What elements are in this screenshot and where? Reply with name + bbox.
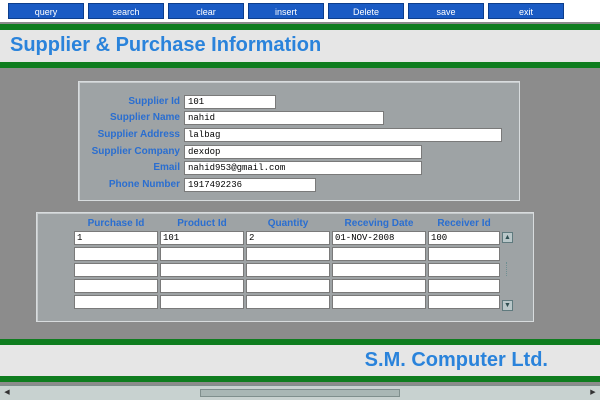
supplier-company-label: Supplier Company — [91, 146, 180, 157]
scroll-up-icon[interactable]: ▲ — [502, 232, 513, 243]
title-green-bar — [0, 62, 600, 68]
table-cell[interactable] — [246, 247, 330, 261]
scroll-thumb[interactable] — [200, 389, 400, 397]
table-cell[interactable] — [428, 247, 500, 261]
supplier-address-field[interactable]: lalbag — [184, 128, 502, 142]
supplier-id-label: Supplier Id — [128, 96, 180, 107]
exit-button[interactable]: exit — [488, 3, 564, 19]
table-cell[interactable] — [246, 263, 330, 277]
table-cell[interactable] — [246, 295, 330, 309]
col-header-receving-date: Receving Date — [344, 218, 414, 229]
col-header-receiver-id: Receiver Id — [437, 218, 491, 229]
table-cell[interactable] — [160, 295, 244, 309]
toolbar: query search clear insert Delete save ex… — [0, 0, 600, 22]
table-cell[interactable] — [428, 295, 500, 309]
scroll-down-icon[interactable]: ▼ — [502, 300, 513, 311]
insert-button[interactable]: insert — [248, 3, 324, 19]
table-cell[interactable]: 2 — [246, 231, 330, 245]
col-header-quantity: Quantity — [267, 218, 309, 229]
horizontal-scrollbar[interactable]: ◀ ▶ — [0, 385, 600, 400]
table-cell[interactable] — [332, 247, 426, 261]
clear-button[interactable]: clear — [168, 3, 244, 19]
table-cell[interactable] — [332, 263, 426, 277]
scroll-left-icon[interactable]: ◀ — [2, 388, 12, 398]
email-label: Email — [153, 162, 180, 173]
supplier-name-field[interactable]: nahid — [184, 111, 384, 125]
query-button[interactable]: query — [8, 3, 84, 19]
table-cell[interactable]: 101 — [160, 231, 244, 245]
table-cell[interactable] — [74, 263, 158, 277]
page-title: Supplier & Purchase Information — [10, 34, 322, 56]
footer-green-bar-bottom — [0, 376, 600, 382]
table-cell[interactable] — [332, 295, 426, 309]
supplier-id-field[interactable]: 101 — [184, 95, 276, 109]
delete-button[interactable]: Delete — [328, 3, 404, 19]
table-cell[interactable] — [160, 279, 244, 293]
table-cell[interactable]: 01-NOV-2008 — [332, 231, 426, 245]
table-cell[interactable] — [428, 263, 500, 277]
supplier-address-label: Supplier Address — [97, 129, 180, 140]
title-banner: Supplier & Purchase Information — [0, 30, 600, 62]
col-header-product-id: Product Id — [177, 218, 227, 229]
table-cell[interactable] — [74, 295, 158, 309]
table-cell[interactable] — [246, 279, 330, 293]
scroll-right-icon[interactable]: ▶ — [588, 388, 598, 398]
col-header-purchase-id: Purchase Id — [87, 218, 145, 229]
company-name: S.M. Computer Ltd. — [364, 349, 548, 371]
table-cell[interactable]: 100 — [428, 231, 500, 245]
footer-band: S.M. Computer Ltd. — [0, 345, 600, 376]
table-cell[interactable] — [74, 279, 158, 293]
search-button[interactable]: search — [88, 3, 164, 19]
email-field[interactable]: nahid953@gmail.com — [184, 161, 422, 175]
table-cell[interactable] — [332, 279, 426, 293]
table-cell[interactable] — [160, 263, 244, 277]
phone-number-label: Phone Number — [108, 179, 180, 190]
supplier-name-label: Supplier Name — [109, 112, 180, 123]
table-cell[interactable] — [74, 247, 158, 261]
save-button[interactable]: save — [408, 3, 484, 19]
phone-number-field[interactable]: 1917492236 — [184, 178, 316, 192]
table-cell[interactable] — [160, 247, 244, 261]
table-cell[interactable]: 1 — [74, 231, 158, 245]
supplier-company-field[interactable]: dexdop — [184, 145, 422, 159]
scroll-track[interactable] — [506, 262, 510, 276]
table-cell[interactable] — [428, 279, 500, 293]
